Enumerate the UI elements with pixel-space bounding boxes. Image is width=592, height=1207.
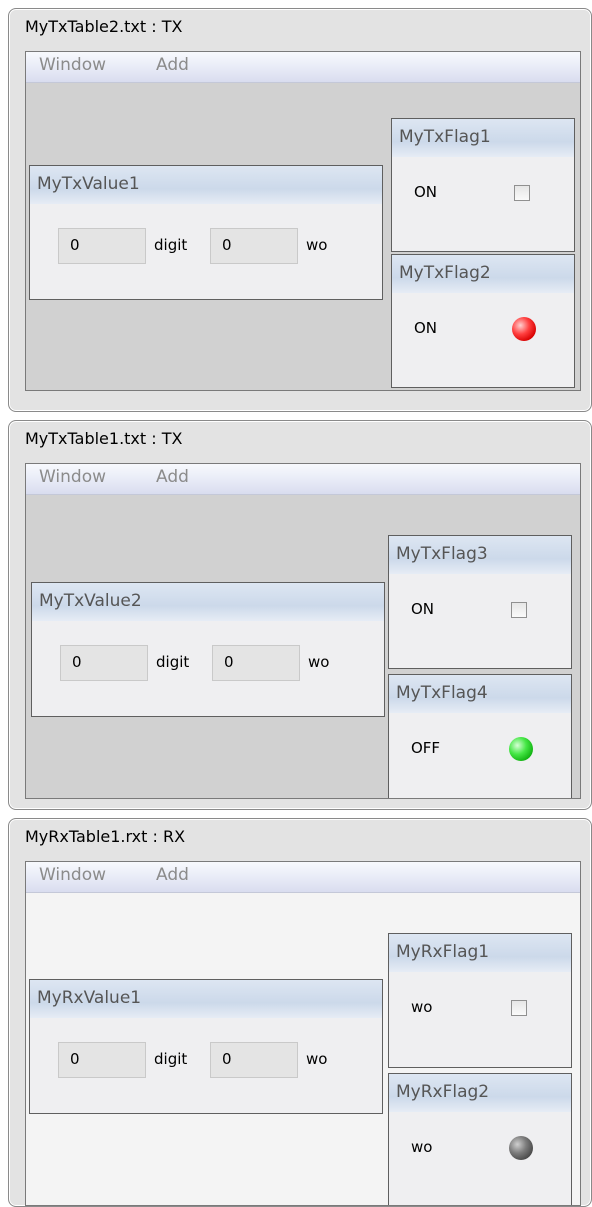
menu-window[interactable]: Window <box>39 865 106 885</box>
flag-panel-myrxflag1: MyRxFlag1 wo <box>388 933 572 1068</box>
flag-state-label: ON <box>411 600 435 618</box>
digit-unit-label: digit <box>154 236 188 254</box>
wo-value-field[interactable]: 0 <box>210 228 298 264</box>
panel-title: MyTxFlag2 <box>392 255 574 293</box>
menu-window[interactable]: Window <box>39 55 106 75</box>
table-content-area: MyTxValue2 0 digit 0 wo MyTxFlag3 ON MyT… <box>26 495 580 798</box>
digit-value-field[interactable]: 0 <box>58 1042 146 1078</box>
wo-value-field[interactable]: 0 <box>210 1042 298 1078</box>
wo-unit-label: wo <box>306 236 328 254</box>
rx-table1-window: MyRxTable1.rxt : RX Window Add MyRxValue… <box>8 818 592 1207</box>
gray-led-indicator[interactable] <box>509 1136 533 1160</box>
table-content-area: MyRxValue1 0 digit 0 wo MyRxFlag1 wo MyR… <box>26 893 580 1205</box>
menu-add[interactable]: Add <box>156 865 189 885</box>
flag-checkbox[interactable] <box>511 1000 527 1016</box>
panel-title: MyRxFlag1 <box>389 934 571 972</box>
wo-unit-label: wo <box>308 653 330 671</box>
flag-state-label: wo <box>411 998 433 1016</box>
window-title: MyRxTable1.rxt : RX <box>25 827 186 846</box>
window-client-area: Window Add MyTxValue2 0 digit 0 wo MyTxF… <box>25 463 581 799</box>
green-led-indicator[interactable] <box>509 737 533 761</box>
panel-title: MyTxValue2 <box>32 583 384 621</box>
flag-state-label: ON <box>414 183 438 201</box>
window-title: MyTxTable1.txt : TX <box>25 429 183 448</box>
panel-title: MyTxValue1 <box>30 166 382 204</box>
table-content-area: MyTxValue1 0 digit 0 wo MyTxFlag1 ON MyT… <box>26 83 580 390</box>
flag-panel-mytxflag2: MyTxFlag2 ON <box>391 254 575 388</box>
panel-title: MyRxFlag2 <box>389 1074 571 1112</box>
menu-add[interactable]: Add <box>156 467 189 487</box>
flag-state-label: ON <box>414 319 438 337</box>
tx-table2-window: MyTxTable2.txt : TX Window Add MyTxValue… <box>8 8 592 412</box>
value-panel-mytxvalue2: MyTxValue2 0 digit 0 wo <box>31 582 385 717</box>
value-panel-mytxvalue1: MyTxValue1 0 digit 0 wo <box>29 165 383 300</box>
digit-unit-label: digit <box>156 653 190 671</box>
flag-checkbox[interactable] <box>514 185 530 201</box>
menu-bar: Window Add <box>26 464 580 495</box>
menu-add[interactable]: Add <box>156 55 189 75</box>
digit-value-field[interactable]: 0 <box>58 228 146 264</box>
flag-panel-mytxflag3: MyTxFlag3 ON <box>388 535 572 669</box>
panel-title: MyTxFlag3 <box>389 536 571 574</box>
flag-state-label: OFF <box>411 739 441 757</box>
menu-bar: Window Add <box>26 52 580 83</box>
flag-panel-mytxflag1: MyTxFlag1 ON <box>391 118 575 252</box>
flag-state-label: wo <box>411 1138 433 1156</box>
wo-value-field[interactable]: 0 <box>212 645 300 681</box>
flag-panel-myrxflag2: MyRxFlag2 wo <box>388 1073 572 1205</box>
digit-unit-label: digit <box>154 1050 188 1068</box>
digit-value-field[interactable]: 0 <box>60 645 148 681</box>
panel-title: MyTxFlag1 <box>392 119 574 157</box>
window-client-area: Window Add MyTxValue1 0 digit 0 wo MyTxF… <box>25 51 581 391</box>
panel-title: MyRxValue1 <box>30 980 382 1018</box>
flag-checkbox[interactable] <box>511 602 527 618</box>
red-led-indicator[interactable] <box>512 317 536 341</box>
window-title: MyTxTable2.txt : TX <box>25 17 183 36</box>
value-panel-myrxvalue1: MyRxValue1 0 digit 0 wo <box>29 979 383 1114</box>
wo-unit-label: wo <box>306 1050 328 1068</box>
menu-bar: Window Add <box>26 862 580 893</box>
menu-window[interactable]: Window <box>39 467 106 487</box>
window-client-area: Window Add MyRxValue1 0 digit 0 wo MyRxF… <box>25 861 581 1206</box>
tx-table1-window: MyTxTable1.txt : TX Window Add MyTxValue… <box>8 420 592 810</box>
flag-panel-mytxflag4: MyTxFlag4 OFF <box>388 674 572 798</box>
panel-title: MyTxFlag4 <box>389 675 571 713</box>
